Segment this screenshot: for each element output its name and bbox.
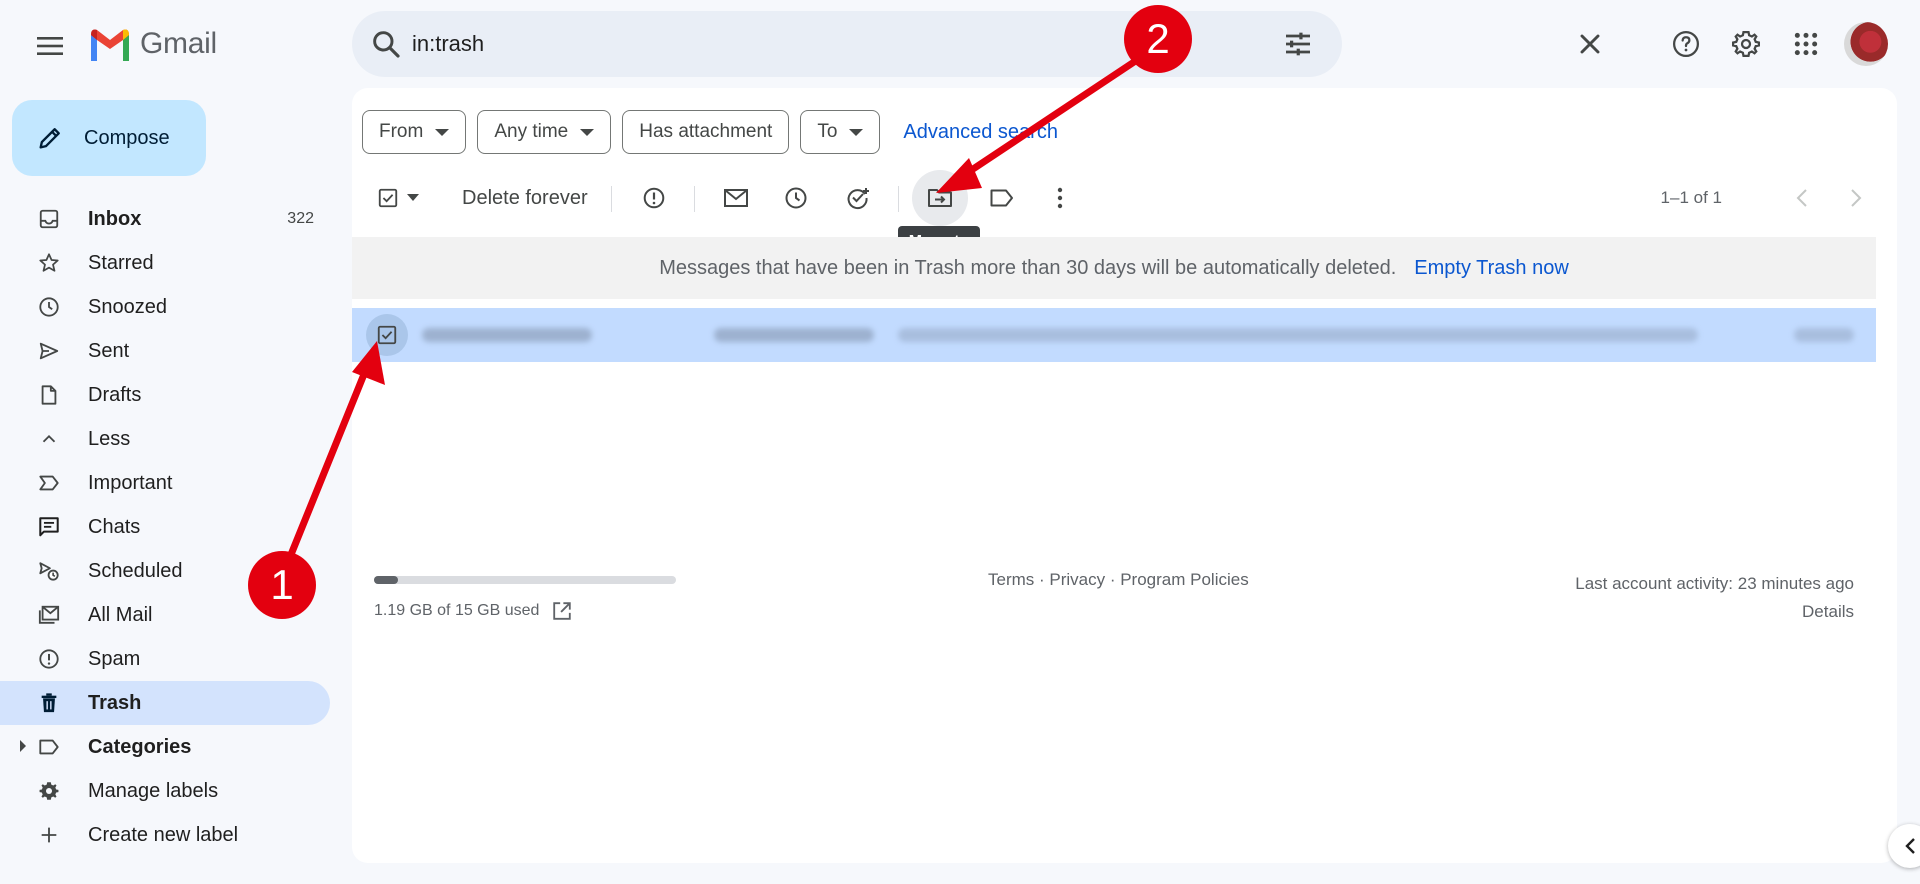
annotation-arrow-1 <box>284 353 375 566</box>
annotation-badge-1: 1 <box>248 551 316 619</box>
annotation-badge-2: 2 <box>1124 5 1192 73</box>
arrow-head-2 <box>936 158 982 193</box>
annotation-arrows <box>284 54 1144 566</box>
arrow-head-1 <box>352 341 385 385</box>
annotation-arrow-2 <box>951 54 1144 185</box>
